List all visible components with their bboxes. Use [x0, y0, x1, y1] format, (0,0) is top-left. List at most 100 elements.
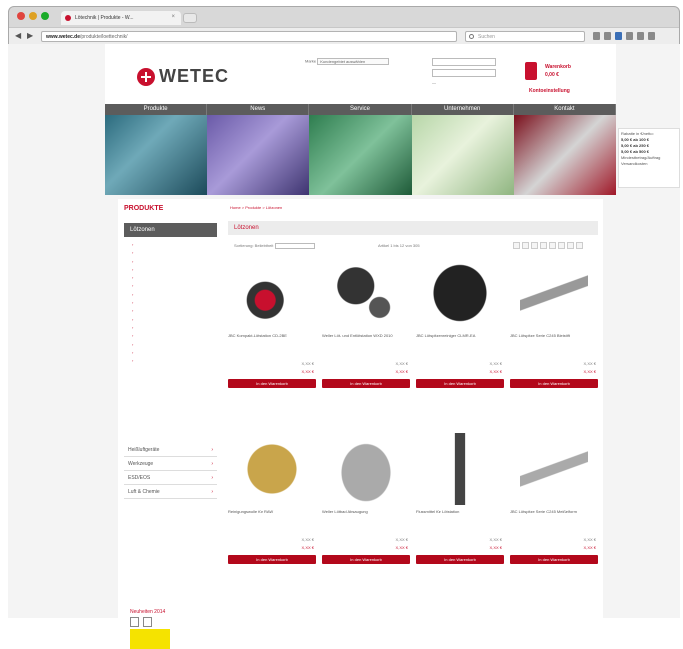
nav-item-produkte[interactable]: Produkte — [105, 104, 208, 115]
url-bar[interactable]: www.wetec.de/produkte/loettechnik/ — [41, 31, 457, 42]
add-to-cart-button[interactable]: In den Warenkorb — [416, 555, 504, 564]
bookmark-icon[interactable] — [593, 32, 600, 40]
sidebar-subitem[interactable]: › — [124, 266, 217, 274]
product-card[interactable] — [228, 609, 316, 629]
nav-item-news[interactable]: News — [207, 104, 310, 115]
page-button[interactable] — [531, 242, 538, 249]
close-window-icon[interactable] — [17, 12, 25, 20]
cart-widget[interactable]: Warenkorb 0,00 € Kontoeinstellung — [525, 60, 605, 96]
product-image-weller-station[interactable] — [332, 257, 400, 329]
add-to-cart-button[interactable]: In den Warenkorb — [228, 379, 316, 388]
download-icon[interactable] — [615, 32, 622, 40]
browser-search-input[interactable]: Suchen — [465, 31, 585, 42]
product-card[interactable] — [510, 609, 598, 629]
product-card[interactable]: Weller Lötbad Absaugung X,XX € X,XX € In… — [322, 433, 410, 603]
login-links[interactable]: — — [432, 80, 504, 85]
sidebar-item-chemie[interactable]: Luft & Chemie › — [124, 485, 217, 499]
product-card[interactable]: Reinigungswolle für RAW X,XX € X,XX € In… — [228, 433, 316, 603]
product-name[interactable]: JBC Lötspitzenreiniger CLMR-EA — [416, 333, 504, 338]
add-to-cart-button[interactable]: In den Warenkorb — [510, 555, 598, 564]
sidebar-subitem[interactable]: › — [124, 299, 217, 307]
cart-checkout-link[interactable]: Kontoeinstellung — [529, 88, 570, 94]
product-name[interactable]: Flussmittel für Lötstation — [416, 509, 504, 514]
page-button[interactable] — [558, 242, 565, 249]
product-image-solder-tip-chisel[interactable] — [520, 433, 588, 505]
add-to-cart-button[interactable]: In den Warenkorb — [322, 555, 410, 564]
sidebar-subitem[interactable]: › — [124, 349, 217, 357]
add-to-cart-button[interactable]: In den Warenkorb — [510, 379, 598, 388]
page-button[interactable] — [567, 242, 574, 249]
product-image-tip-cleaner[interactable] — [426, 257, 494, 329]
breadcrumb[interactable]: Home > Produkte > Lötzonen — [230, 205, 282, 210]
sidebar-subitem[interactable]: › — [124, 332, 217, 340]
sort-select[interactable]: Sortierung: Beliebtheit — [234, 243, 316, 249]
product-name[interactable]: Weller Lötbad Absaugung — [322, 509, 410, 514]
product-card[interactable]: Flussmittel für Lötstation X,XX € X,XX €… — [416, 433, 504, 603]
sidebar-subitem[interactable]: › — [124, 258, 217, 266]
nav-item-unternehmen[interactable]: Unternehmen — [412, 104, 514, 115]
add-to-cart-button[interactable]: In den Warenkorb — [228, 555, 316, 564]
product-image-cleaning-wool[interactable] — [238, 433, 306, 505]
product-image-flux-spray[interactable] — [426, 433, 494, 505]
password-field[interactable] — [432, 69, 496, 77]
sidebar-subitem[interactable]: › — [124, 316, 217, 324]
sidebar-news-title[interactable]: Neuheiten 2014 — [130, 609, 165, 615]
close-tab-icon[interactable]: × — [171, 14, 175, 20]
nav-item-kontakt[interactable]: Kontakt — [514, 104, 617, 115]
reading-list-icon[interactable] — [604, 32, 611, 40]
browser-tab[interactable]: Lötechnik | Produkte - W... × — [61, 11, 181, 25]
page-button[interactable] — [549, 242, 556, 249]
sidebar-subitem[interactable]: › — [124, 282, 217, 290]
add-to-cart-button[interactable]: In den Warenkorb — [416, 379, 504, 388]
minimize-window-icon[interactable] — [29, 12, 37, 20]
page-button[interactable] — [513, 242, 520, 249]
sidebar-subitem[interactable]: › — [124, 291, 217, 299]
product-name[interactable]: JBC Lötspitze Serie C245 Bleistift — [510, 333, 598, 338]
sidebar-subitem[interactable]: › — [124, 341, 217, 349]
discount-link[interactable]: Versandkosten — [621, 161, 677, 167]
page-button[interactable] — [522, 242, 529, 249]
product-image-solder-tip[interactable] — [520, 257, 588, 329]
product-image-solder-station[interactable] — [238, 257, 306, 329]
page-button[interactable] — [540, 242, 547, 249]
pdf-icon[interactable] — [130, 617, 139, 627]
sidebar-promo-banner[interactable] — [130, 629, 170, 649]
product-image-solder-bath[interactable] — [332, 433, 400, 505]
sidebar-item-active[interactable]: Lötzonen — [124, 223, 217, 237]
menu-icon[interactable] — [637, 32, 644, 40]
product-card[interactable]: Weller Löt- und Entlötstation WXD 2010 X… — [322, 257, 410, 427]
sidebar-item-heissluft[interactable]: Heißluftgeräte › — [124, 443, 217, 457]
product-card[interactable] — [416, 609, 504, 629]
brand-select-value[interactable]: Kundengebiet auswählen — [317, 58, 390, 65]
add-to-cart-button[interactable]: In den Warenkorb — [322, 379, 410, 388]
product-card[interactable]: JBC Lötspitzenreiniger CLMR-EA X,XX € X,… — [416, 257, 504, 427]
back-icon[interactable]: ◀ — [15, 31, 21, 40]
brand-select[interactable]: Marke Kundengebiet auswählen — [305, 58, 390, 65]
product-card[interactable]: JBC Lötspitze Serie C245 Bleistift X,XX … — [510, 257, 598, 427]
sidebar-subitem[interactable]: › — [124, 307, 217, 315]
sidebar-item-werkzeuge[interactable]: Werkzeuge › — [124, 457, 217, 471]
sidebar-subitem[interactable]: › — [124, 324, 217, 332]
home-icon[interactable] — [626, 32, 633, 40]
nav-item-service[interactable]: Service — [309, 104, 412, 115]
sidebar-subitem[interactable]: › — [124, 249, 217, 257]
sidebar-subitem[interactable]: › — [124, 241, 217, 249]
sort-dropdown[interactable] — [275, 243, 316, 249]
product-name[interactable]: JBC Lötspitze Serie C245 Meißelform — [510, 509, 598, 514]
product-name[interactable]: Weller Löt- und Entlötstation WXD 2010 — [322, 333, 410, 338]
product-card[interactable]: JBC Lötspitze Serie C245 Meißelform X,XX… — [510, 433, 598, 603]
product-card[interactable] — [322, 609, 410, 629]
sidebar-subitem[interactable]: › — [124, 274, 217, 282]
site-logo[interactable]: WETEC — [137, 66, 229, 87]
page-button[interactable] — [576, 242, 583, 249]
product-name[interactable]: Reinigungswolle für RAW — [228, 509, 316, 514]
forward-icon[interactable]: ▶ — [27, 31, 33, 40]
sidebar-item-esd[interactable]: ESD/EOS › — [124, 471, 217, 485]
sidebar-subitem[interactable]: › — [124, 357, 217, 365]
product-name[interactable]: JBC Kompakt-Lötstation CD-2BE — [228, 333, 316, 338]
extension-icon[interactable] — [648, 32, 655, 40]
catalog-icon[interactable] — [143, 617, 152, 627]
product-card[interactable]: JBC Kompakt-Lötstation CD-2BE X,XX € X,X… — [228, 257, 316, 427]
maximize-window-icon[interactable] — [41, 12, 49, 20]
new-tab-button[interactable] — [183, 13, 197, 23]
